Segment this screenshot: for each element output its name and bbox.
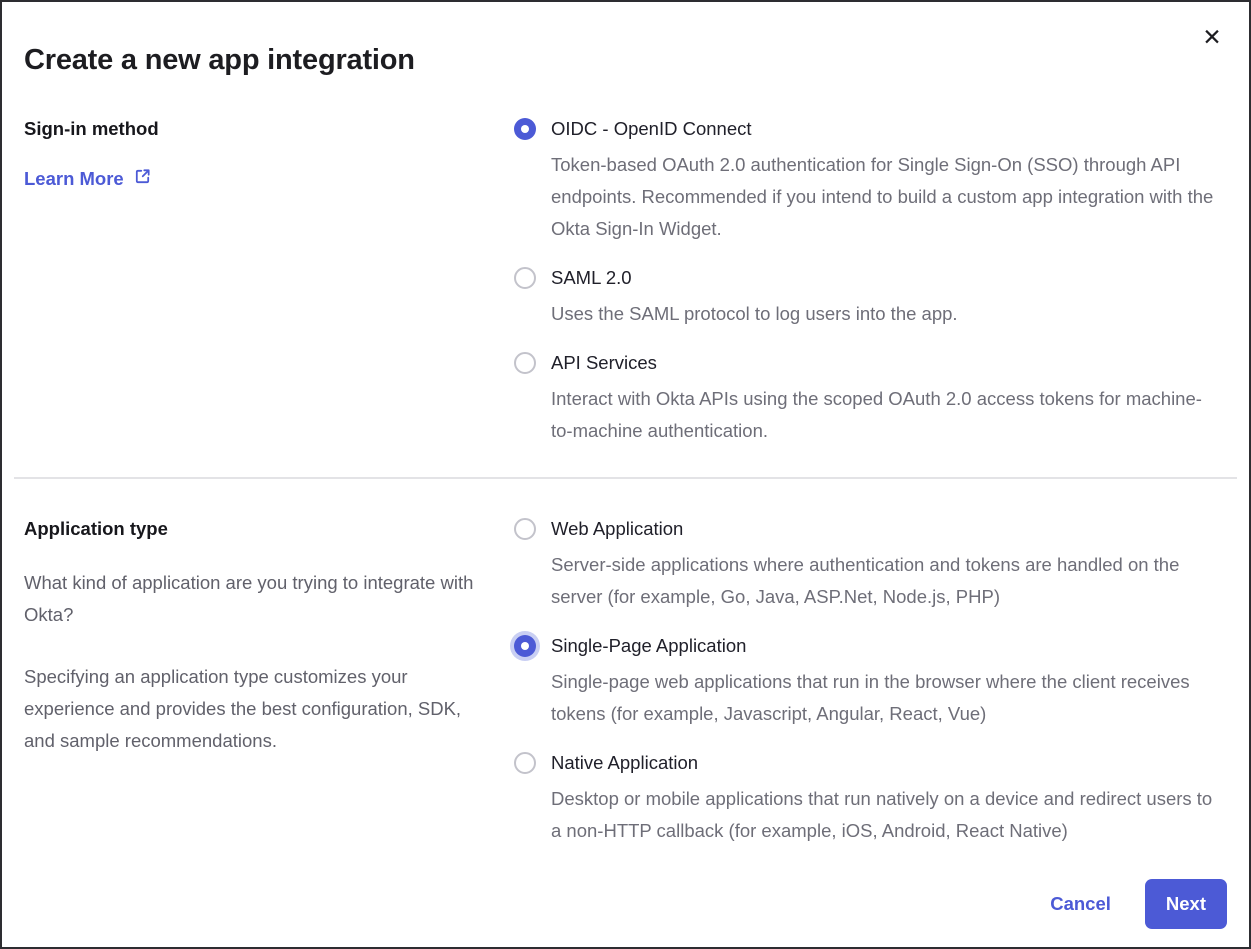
api-services-option-description: Interact with Okta APIs using the scoped… bbox=[551, 383, 1223, 447]
signin-method-left-column: Sign-in method Learn More bbox=[24, 117, 514, 191]
application-type-left-column: Application type What kind of applicatio… bbox=[24, 517, 514, 757]
single-page-application-option-label: Single-Page Application bbox=[551, 634, 1223, 658]
close-button[interactable]: ✕ bbox=[1195, 20, 1229, 54]
cancel-button[interactable]: Cancel bbox=[1050, 893, 1111, 915]
single-page-application-option-description: Single-page web applications that run in… bbox=[551, 666, 1223, 730]
application-type-section: Application type What kind of applicatio… bbox=[24, 517, 1227, 847]
saml-radio-icon[interactable] bbox=[514, 267, 536, 289]
radio-option-oidc[interactable]: OIDC - OpenID Connect Token-based OAuth … bbox=[514, 117, 1227, 245]
application-type-note: Specifying an application type customize… bbox=[24, 661, 496, 757]
web-application-option-label: Web Application bbox=[551, 517, 1223, 541]
native-application-radio-icon[interactable] bbox=[514, 752, 536, 774]
learn-more-link[interactable]: Learn More bbox=[24, 167, 152, 191]
oidc-option-description: Token-based OAuth 2.0 authentication for… bbox=[551, 149, 1223, 245]
radio-option-single-page-application[interactable]: Single-Page Application Single-page web … bbox=[514, 634, 1227, 730]
signin-method-section: Sign-in method Learn More OIDC - OpenID … bbox=[24, 117, 1227, 447]
radio-option-api-services[interactable]: API Services Interact with Okta APIs usi… bbox=[514, 351, 1227, 447]
saml-option-description: Uses the SAML protocol to log users into… bbox=[551, 298, 958, 330]
native-application-option-description: Desktop or mobile applications that run … bbox=[551, 783, 1223, 847]
native-application-option-label: Native Application bbox=[551, 751, 1223, 775]
dialog-footer: Cancel Next bbox=[1050, 879, 1227, 929]
web-application-option-description: Server-side applications where authentic… bbox=[551, 549, 1223, 613]
dialog-title: Create a new app integration bbox=[24, 44, 1227, 77]
single-page-application-radio-icon[interactable] bbox=[514, 635, 536, 657]
application-type-options: Web Application Server-side applications… bbox=[514, 517, 1227, 847]
oidc-option-label: OIDC - OpenID Connect bbox=[551, 117, 1223, 141]
signin-method-heading: Sign-in method bbox=[24, 117, 496, 141]
saml-option-label: SAML 2.0 bbox=[551, 266, 958, 290]
radio-option-native-application[interactable]: Native Application Desktop or mobile app… bbox=[514, 751, 1227, 847]
api-services-option-label: API Services bbox=[551, 351, 1223, 375]
external-link-icon bbox=[133, 167, 152, 191]
api-services-radio-icon[interactable] bbox=[514, 352, 536, 374]
close-icon: ✕ bbox=[1202, 24, 1221, 50]
signin-method-options: OIDC - OpenID Connect Token-based OAuth … bbox=[514, 117, 1227, 447]
section-divider bbox=[14, 477, 1237, 479]
radio-option-saml[interactable]: SAML 2.0 Uses the SAML protocol to log u… bbox=[514, 266, 1227, 330]
next-button[interactable]: Next bbox=[1145, 879, 1227, 929]
create-app-integration-dialog: Create a new app integration ✕ Sign-in m… bbox=[0, 0, 1251, 949]
oidc-radio-icon[interactable] bbox=[514, 118, 536, 140]
radio-option-web-application[interactable]: Web Application Server-side applications… bbox=[514, 517, 1227, 613]
learn-more-label: Learn More bbox=[24, 168, 124, 190]
application-type-question: What kind of application are you trying … bbox=[24, 567, 496, 631]
application-type-heading: Application type bbox=[24, 517, 496, 541]
web-application-radio-icon[interactable] bbox=[514, 518, 536, 540]
